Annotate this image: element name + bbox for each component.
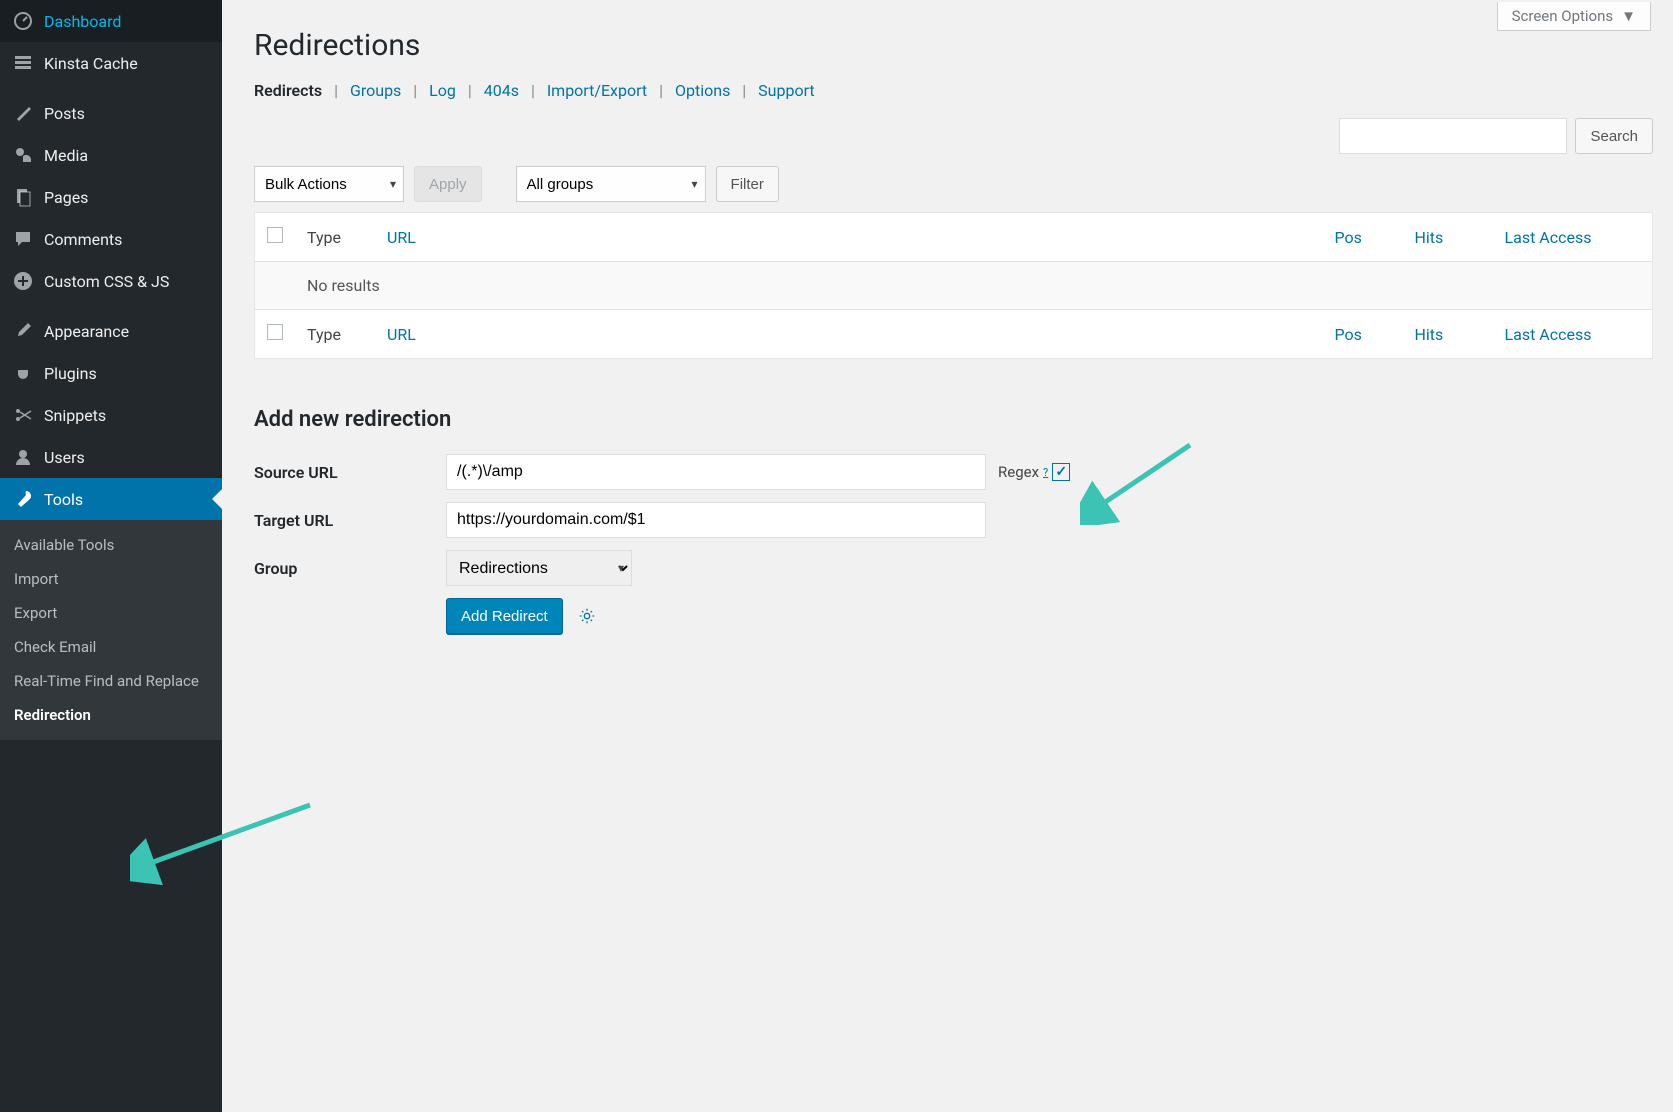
col-last-access[interactable]: Last Access [1493, 213, 1653, 262]
sidebar-item-label: Snippets [44, 406, 106, 425]
tab-import-export[interactable]: Import/Export [547, 81, 647, 100]
advanced-options-toggle[interactable] [573, 602, 601, 630]
group-label: Group [254, 559, 446, 578]
dashboard-icon [12, 10, 34, 32]
submenu-check-email[interactable]: Check Email [0, 630, 222, 664]
sidebar-item-plugins[interactable]: Plugins [0, 352, 222, 394]
sidebar-item-media[interactable]: Media [0, 134, 222, 176]
page-title: Redirections [254, 0, 1653, 63]
no-results-message: No results [295, 262, 1653, 310]
source-url-label: Source URL [254, 463, 446, 482]
sidebar-item-label: Media [44, 146, 88, 165]
sidebar-item-posts[interactable]: Posts [0, 92, 222, 134]
admin-sidebar: Dashboard Kinsta Cache Posts Media Pages… [0, 0, 222, 1112]
sidebar-item-label: Comments [44, 230, 122, 249]
pages-icon [12, 186, 34, 208]
col-type-footer: Type [295, 310, 375, 359]
tools-submenu: Available Tools Import Export Check Emai… [0, 520, 222, 740]
sidebar-item-tools[interactable]: Tools [0, 478, 222, 520]
plug-icon [12, 362, 34, 384]
select-all-checkbox[interactable] [267, 227, 283, 243]
brush-icon [12, 320, 34, 342]
sidebar-item-label: Posts [44, 104, 85, 123]
regex-label: Regex [998, 463, 1039, 481]
bulk-actions-select[interactable]: Bulk Actions [254, 166, 404, 202]
submenu-export[interactable]: Export [0, 596, 222, 630]
col-pos[interactable]: Pos [1323, 213, 1403, 262]
chevron-down-icon: ▼ [1621, 7, 1636, 25]
submenu-import[interactable]: Import [0, 562, 222, 596]
regex-help-link[interactable]: ? [1043, 466, 1048, 479]
col-pos-footer[interactable]: Pos [1323, 310, 1403, 359]
group-select[interactable]: Redirections [446, 550, 632, 586]
col-url[interactable]: URL [375, 213, 1323, 262]
tab-404s[interactable]: 404s [484, 81, 519, 100]
target-url-input[interactable] [446, 502, 986, 538]
sidebar-item-comments[interactable]: Comments [0, 218, 222, 260]
col-last-access-footer[interactable]: Last Access [1493, 310, 1653, 359]
sidebar-item-snippets[interactable]: Snippets [0, 394, 222, 436]
redirection-tabs: Redirects | Groups | Log | 404s | Import… [254, 81, 1653, 100]
search-input[interactable] [1339, 118, 1567, 154]
add-redirect-button[interactable]: Add Redirect [446, 598, 563, 634]
tab-redirects[interactable]: Redirects [254, 81, 322, 100]
add-new-redirection-title: Add new redirection [254, 407, 1653, 432]
sidebar-item-pages[interactable]: Pages [0, 176, 222, 218]
sidebar-item-label: Custom CSS & JS [44, 272, 169, 291]
sidebar-item-dashboard[interactable]: Dashboard [0, 0, 222, 42]
group-filter-select[interactable]: All groups [516, 166, 706, 202]
main-content: Screen Options ▼ Redirections Redirects … [222, 0, 1673, 1112]
target-url-label: Target URL [254, 511, 446, 530]
search-button[interactable]: Search [1575, 118, 1653, 154]
gear-icon [578, 607, 596, 625]
tab-support[interactable]: Support [758, 81, 814, 100]
tab-log[interactable]: Log [429, 81, 456, 100]
sidebar-item-label: Tools [44, 490, 83, 509]
col-hits[interactable]: Hits [1403, 213, 1493, 262]
sidebar-item-label: Dashboard [44, 12, 121, 31]
sidebar-item-kinsta-cache[interactable]: Kinsta Cache [0, 42, 222, 84]
regex-checkbox[interactable]: ✓ [1052, 463, 1070, 481]
col-url-footer[interactable]: URL [375, 310, 1323, 359]
cache-icon [12, 52, 34, 74]
submenu-redirection[interactable]: Redirection [0, 698, 222, 732]
sidebar-item-label: Plugins [44, 364, 97, 383]
scissors-icon [12, 404, 34, 426]
apply-button[interactable]: Apply [414, 166, 482, 202]
sidebar-item-custom-css-js[interactable]: Custom CSS & JS [0, 260, 222, 302]
submenu-realtime-find-replace[interactable]: Real-Time Find and Replace [0, 664, 222, 698]
source-url-input[interactable] [446, 454, 986, 490]
tab-options[interactable]: Options [675, 81, 730, 100]
pin-icon [12, 102, 34, 124]
screen-options-toggle[interactable]: Screen Options ▼ [1497, 2, 1651, 31]
screen-options-label: Screen Options [1512, 7, 1614, 25]
sidebar-item-label: Appearance [44, 322, 129, 341]
sidebar-item-label: Kinsta Cache [44, 54, 138, 73]
comments-icon [12, 228, 34, 250]
sidebar-item-label: Pages [44, 188, 88, 207]
sidebar-item-users[interactable]: Users [0, 436, 222, 478]
plus-circle-icon [12, 270, 34, 292]
wrench-icon [12, 488, 34, 510]
media-icon [12, 144, 34, 166]
select-all-checkbox-footer[interactable] [267, 324, 283, 340]
col-type: Type [295, 213, 375, 262]
col-hits-footer[interactable]: Hits [1403, 310, 1493, 359]
tab-groups[interactable]: Groups [350, 81, 401, 100]
sidebar-item-appearance[interactable]: Appearance [0, 310, 222, 352]
user-icon [12, 446, 34, 468]
submenu-available-tools[interactable]: Available Tools [0, 528, 222, 562]
sidebar-item-label: Users [44, 448, 85, 467]
filter-button[interactable]: Filter [716, 166, 779, 202]
redirects-table: Type URL Pos Hits Last Access No results… [254, 212, 1653, 359]
